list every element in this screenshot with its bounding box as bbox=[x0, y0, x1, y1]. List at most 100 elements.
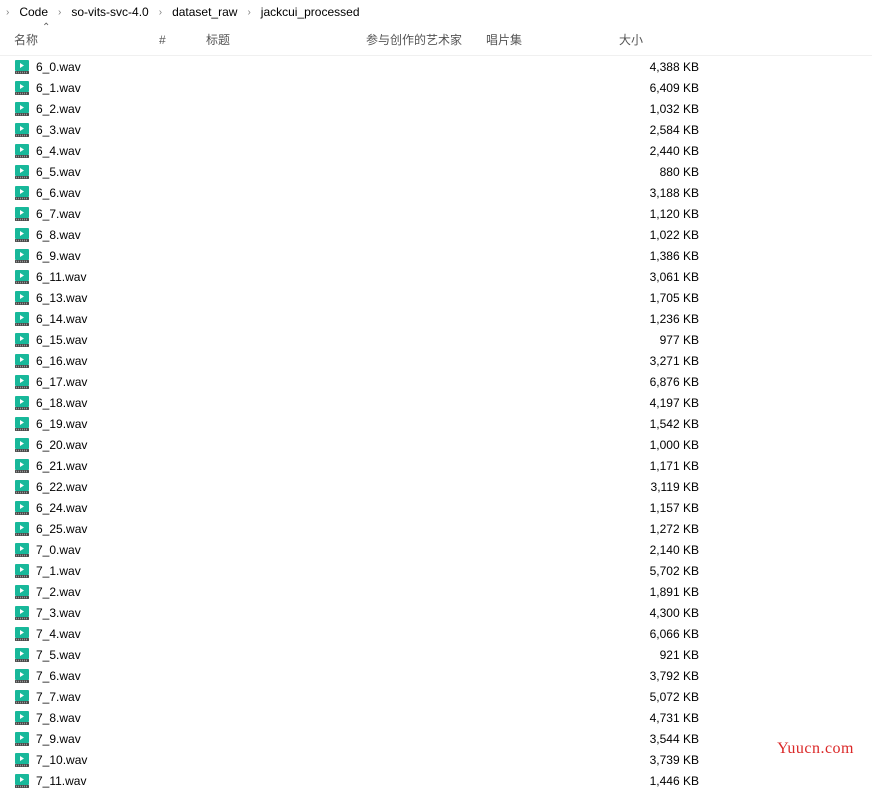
file-row[interactable]: 6_4.wav 2,440 KB bbox=[0, 140, 872, 161]
column-header-title[interactable]: 标题 bbox=[206, 24, 366, 55]
file-name: 6_20.wav bbox=[36, 438, 87, 452]
column-header-track[interactable]: # bbox=[159, 24, 206, 55]
breadcrumb-item[interactable]: Code bbox=[13, 3, 54, 21]
file-size: 1,000 KB bbox=[619, 438, 719, 452]
breadcrumb-item[interactable]: so-vits-svc-4.0 bbox=[65, 3, 154, 21]
file-size: 6,876 KB bbox=[619, 375, 719, 389]
file-row[interactable]: 6_14.wav1,236 KB bbox=[0, 308, 872, 329]
file-row[interactable]: 6_7.wav1,120 KB bbox=[0, 203, 872, 224]
file-row[interactable]: 6_5.wav880 KB bbox=[0, 161, 872, 182]
file-size: 1,386 KB bbox=[619, 249, 719, 263]
audio-file-icon bbox=[14, 542, 30, 558]
column-header-album[interactable]: 唱片集 bbox=[486, 24, 619, 55]
file-row[interactable]: 6_24.wav1,157 KB bbox=[0, 497, 872, 518]
audio-file-icon bbox=[14, 416, 30, 432]
column-label: 唱片集 bbox=[486, 31, 522, 48]
file-row[interactable]: 6_3.wav2,584 KB bbox=[0, 119, 872, 140]
file-row[interactable]: 7_10.wav3,739 KB bbox=[0, 749, 872, 770]
file-row[interactable]: 7_9.wav3,544 KB bbox=[0, 728, 872, 749]
file-name: 7_1.wav bbox=[36, 564, 81, 578]
file-row[interactable]: 6_16.wav3,271 KB bbox=[0, 350, 872, 371]
audio-file-icon bbox=[14, 143, 30, 159]
file-row[interactable]: 6_8.wav1,022 KB bbox=[0, 224, 872, 245]
file-row[interactable]: 6_13.wav1,705 KB bbox=[0, 287, 872, 308]
file-size: 977 KB bbox=[619, 333, 719, 347]
file-size: 1,891 KB bbox=[619, 585, 719, 599]
file-size: 1,446 KB bbox=[619, 774, 719, 788]
column-label: 参与创作的艺术家 bbox=[366, 31, 462, 48]
audio-file-icon bbox=[14, 206, 30, 222]
file-row[interactable]: 6_25.wav1,272 KB bbox=[0, 518, 872, 539]
audio-file-icon bbox=[14, 122, 30, 138]
audio-file-icon bbox=[14, 332, 30, 348]
file-name: 7_4.wav bbox=[36, 627, 81, 641]
file-size: 1,272 KB bbox=[619, 522, 719, 536]
audio-file-icon bbox=[14, 185, 30, 201]
file-row[interactable]: 6_11.wav3,061 KB bbox=[0, 266, 872, 287]
audio-file-icon bbox=[14, 437, 30, 453]
audio-file-icon bbox=[14, 101, 30, 117]
file-row[interactable]: 6_1.wav6,409 KB bbox=[0, 77, 872, 98]
file-name: 6_21.wav bbox=[36, 459, 87, 473]
audio-file-icon bbox=[14, 164, 30, 180]
file-name: 6_3.wav bbox=[36, 123, 81, 137]
file-name: 6_17.wav bbox=[36, 375, 87, 389]
audio-file-icon bbox=[14, 458, 30, 474]
column-header-size[interactable]: 大小 bbox=[619, 24, 719, 55]
file-row[interactable]: 6_9.wav 1,386 KB bbox=[0, 245, 872, 266]
file-size: 3,739 KB bbox=[619, 753, 719, 767]
file-row[interactable]: 7_7.wav5,072 KB bbox=[0, 686, 872, 707]
file-row[interactable]: 6_2.wav1,032 KB bbox=[0, 98, 872, 119]
audio-file-icon bbox=[14, 584, 30, 600]
audio-file-icon bbox=[14, 710, 30, 726]
file-size: 2,140 KB bbox=[619, 543, 719, 557]
file-size: 4,300 KB bbox=[619, 606, 719, 620]
file-row[interactable]: 6_20.wav 1,000 KB bbox=[0, 434, 872, 455]
file-row[interactable]: 6_15.wav 977 KB bbox=[0, 329, 872, 350]
file-row[interactable]: 6_6.wav3,188 KB bbox=[0, 182, 872, 203]
file-row[interactable]: 7_11.wav1,446 KB bbox=[0, 770, 872, 791]
file-row[interactable]: 7_8.wav4,731 KB bbox=[0, 707, 872, 728]
file-row[interactable]: 6_19.wav1,542 KB bbox=[0, 413, 872, 434]
audio-file-icon bbox=[14, 59, 30, 75]
file-row[interactable]: 7_3.wav4,300 KB bbox=[0, 602, 872, 623]
file-row[interactable]: 7_5.wav921 KB bbox=[0, 644, 872, 665]
file-size: 3,271 KB bbox=[619, 354, 719, 368]
file-name: 7_2.wav bbox=[36, 585, 81, 599]
file-name: 6_15.wav bbox=[36, 333, 87, 347]
file-row[interactable]: 7_2.wav 1,891 KB bbox=[0, 581, 872, 602]
file-size: 1,157 KB bbox=[619, 501, 719, 515]
file-row[interactable]: 7_6.wav3,792 KB bbox=[0, 665, 872, 686]
column-header-name[interactable]: 名称 ⌃ bbox=[14, 24, 159, 55]
breadcrumb-item[interactable]: jackcui_processed bbox=[255, 3, 366, 21]
file-row[interactable]: 6_22.wav3,119 KB bbox=[0, 476, 872, 497]
file-name: 6_9.wav bbox=[36, 249, 81, 263]
file-name: 6_5.wav bbox=[36, 165, 81, 179]
file-size: 921 KB bbox=[619, 648, 719, 662]
audio-file-icon bbox=[14, 227, 30, 243]
audio-file-icon bbox=[14, 752, 30, 768]
file-size: 3,119 KB bbox=[619, 480, 719, 494]
column-header-artist[interactable]: 参与创作的艺术家 bbox=[366, 24, 486, 55]
chevron-right-icon: › bbox=[4, 7, 11, 18]
file-row[interactable]: 7_1.wav 5,702 KB bbox=[0, 560, 872, 581]
column-header-row: 名称 ⌃ # 标题 参与创作的艺术家 唱片集 大小 bbox=[0, 24, 872, 56]
audio-file-icon bbox=[14, 521, 30, 537]
file-name: 6_4.wav bbox=[36, 144, 81, 158]
audio-file-icon bbox=[14, 563, 30, 579]
file-name: 7_9.wav bbox=[36, 732, 81, 746]
file-row[interactable]: 7_4.wav6,066 KB bbox=[0, 623, 872, 644]
file-size: 2,440 KB bbox=[619, 144, 719, 158]
file-size: 3,188 KB bbox=[619, 186, 719, 200]
file-size: 5,072 KB bbox=[619, 690, 719, 704]
column-label: # bbox=[159, 33, 166, 47]
file-row[interactable]: 6_17.wav 6,876 KB bbox=[0, 371, 872, 392]
file-row[interactable]: 6_0.wav4,388 KB bbox=[0, 56, 872, 77]
file-row[interactable]: 7_0.wav2,140 KB bbox=[0, 539, 872, 560]
breadcrumb-item[interactable]: dataset_raw bbox=[166, 3, 243, 21]
audio-file-icon bbox=[14, 731, 30, 747]
file-size: 1,705 KB bbox=[619, 291, 719, 305]
file-size: 5,702 KB bbox=[619, 564, 719, 578]
file-row[interactable]: 6_21.wav1,171 KB bbox=[0, 455, 872, 476]
file-row[interactable]: 6_18.wav4,197 KB bbox=[0, 392, 872, 413]
